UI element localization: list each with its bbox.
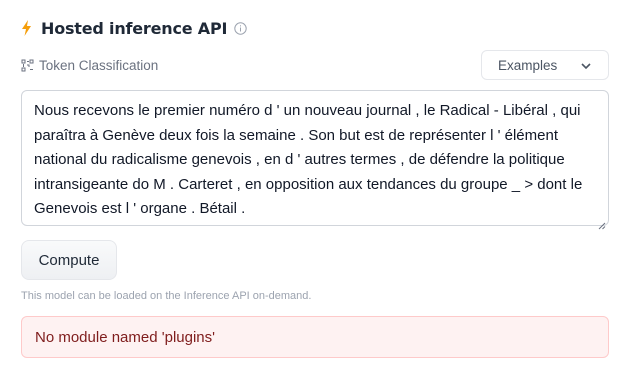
compute-label: Compute — [38, 251, 100, 269]
on-demand-note: This model can be loaded on the Inferenc… — [21, 290, 312, 302]
widget-title: Hosted inference API — [41, 18, 228, 38]
task-label: Token Classification — [39, 57, 159, 73]
examples-label: Examples — [498, 57, 558, 73]
input-text: Nous recevons le premier numéro d ' un n… — [34, 102, 587, 217]
widget-header: Hosted inference API — [21, 17, 247, 39]
lightning-bolt-icon — [21, 20, 33, 36]
token-classification-icon — [21, 59, 34, 72]
input-textarea[interactable]: Nous recevons le premier numéro d ' un n… — [21, 90, 609, 230]
examples-dropdown[interactable]: Examples — [481, 50, 609, 80]
info-circle-icon[interactable] — [234, 21, 247, 35]
compute-button[interactable]: Compute — [21, 240, 117, 280]
task-type: Token Classification — [21, 56, 158, 74]
error-message-box: No module named 'plugins' — [21, 316, 609, 358]
chevron-down-icon — [580, 60, 592, 72]
error-text: No module named 'plugins' — [35, 328, 215, 346]
resize-handle-icon[interactable] — [598, 215, 606, 230]
